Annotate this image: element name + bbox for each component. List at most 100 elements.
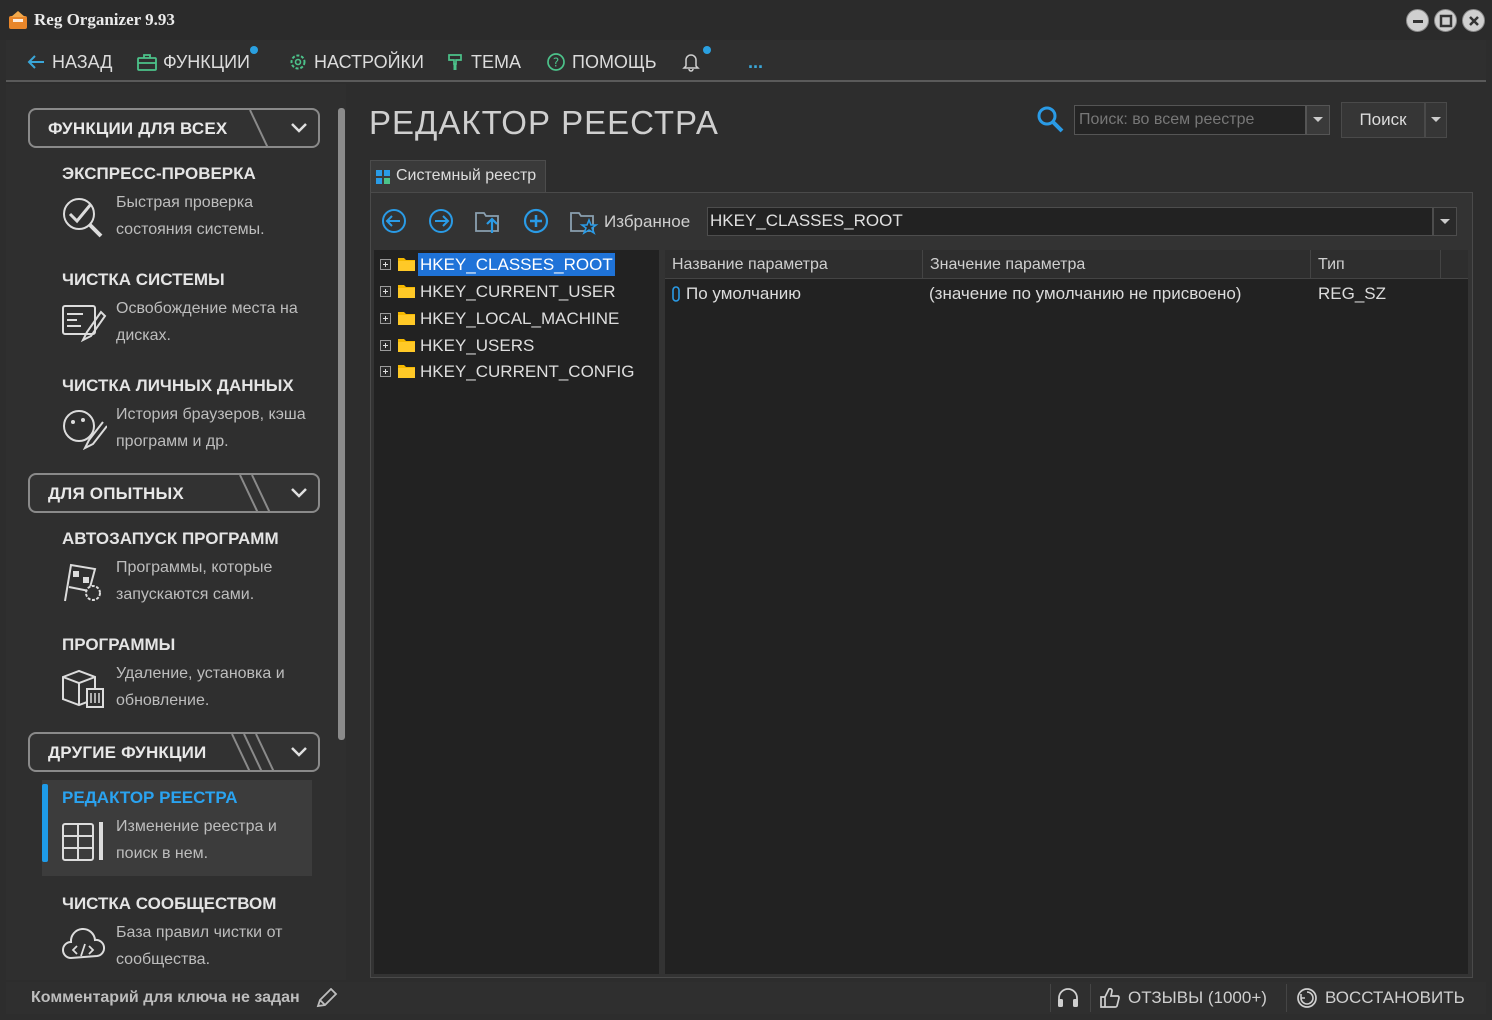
column-header-type[interactable]: Тип <box>1311 250 1441 279</box>
tree-node-label: HKEY_CURRENT_CONFIG <box>420 362 635 381</box>
maximize-icon <box>1439 14 1453 28</box>
folder-icon <box>398 365 415 378</box>
item-title: ЧИСТКА СИСТЕМЫ <box>62 270 225 289</box>
sidebar: ФУНКЦИИ ДЛЯ ВСЕХ ЭКСПРЕСС-ПРОВЕРКА Быстр… <box>6 84 346 980</box>
folder-icon <box>398 285 415 298</box>
pencil-icon[interactable] <box>316 988 338 1008</box>
add-key-button[interactable] <box>522 207 550 240</box>
circle-arrow-right-icon <box>429 209 453 233</box>
item-title: ЧИСТКА СООБЩЕСТВОМ <box>62 894 277 913</box>
key-comment-text: Комментарий для ключа не задан <box>31 989 300 1006</box>
title-bar: Reg Organizer 9.93 <box>0 0 1492 40</box>
sidebar-item-system-cleanup[interactable]: ЧИСТКА СИСТЕМЫ Освобождение места на дис… <box>42 262 312 358</box>
nav-back-button[interactable] <box>380 207 408 240</box>
folder-icon <box>398 339 415 352</box>
item-title: ПРОГРАММЫ <box>62 635 176 654</box>
close-button[interactable] <box>1462 9 1485 32</box>
headset-support-icon[interactable] <box>1056 987 1080 1009</box>
section-label: ДЛЯ ОПЫТНЫХ <box>48 484 184 503</box>
search-options-dropdown[interactable] <box>1425 102 1447 138</box>
separator <box>1286 984 1287 1012</box>
theme-menu[interactable]: ТЕМА <box>445 50 521 74</box>
functions-menu[interactable]: ФУНКЦИИ <box>137 50 250 74</box>
notifications-button[interactable] <box>682 50 700 74</box>
gear-icon <box>290 54 306 70</box>
help-menu[interactable]: ? ПОМОЩЬ <box>546 50 657 74</box>
cloud-code-icon <box>62 928 106 960</box>
disk-broom-icon <box>62 305 107 343</box>
stripes-decoration-icon <box>231 734 275 772</box>
circle-plus-icon <box>523 208 549 234</box>
item-description: Освобождение места на дисках. <box>116 300 298 344</box>
close-icon <box>1469 16 1479 26</box>
column-header-name[interactable]: Название параметра <box>665 250 923 279</box>
favorites-button[interactable] <box>569 207 599 240</box>
section-for-all[interactable]: ФУНКЦИИ ДЛЯ ВСЕХ <box>28 108 320 148</box>
expand-toggle[interactable] <box>380 340 391 351</box>
box-trash-icon <box>62 669 104 708</box>
more-button[interactable]: ... <box>748 50 763 74</box>
tab-label: Системный реестр <box>396 167 537 184</box>
more-label: ... <box>748 51 764 72</box>
search-button[interactable]: Поиск <box>1341 102 1425 138</box>
folder-star-icon <box>570 212 599 235</box>
item-title: ЧИСТКА ЛИЧНЫХ ДАННЫХ <box>62 376 294 395</box>
restore-icon <box>1297 988 1317 1008</box>
menu-bar: НАЗАД ФУНКЦИИ НАСТРОЙКИ ТЕМА ? ПОМОЩЬ ..… <box>6 40 1486 82</box>
registry-cabinet-icon <box>62 822 103 861</box>
item-description: История браузеров, кэша программ и др. <box>116 406 306 450</box>
sidebar-item-privacy-cleanup[interactable]: ЧИСТКА ЛИЧНЫХ ДАННЫХ История браузеров, … <box>42 368 312 464</box>
path-history-dropdown[interactable] <box>1433 207 1457 236</box>
circle-arrow-left-icon <box>382 209 406 233</box>
sidebar-scrollbar[interactable] <box>338 108 345 740</box>
restore-button[interactable]: ВОССТАНОВИТЬ <box>1296 987 1465 1009</box>
section-advanced[interactable]: ДЛЯ ОПЫТНЫХ <box>28 473 320 513</box>
param-type: REG_SZ <box>1318 284 1387 303</box>
go-up-button[interactable] <box>474 207 504 240</box>
maximize-button[interactable] <box>1434 9 1457 32</box>
tree-node-label: HKEY_CURRENT_USER <box>420 282 616 301</box>
chevron-down-icon <box>291 488 307 498</box>
sidebar-item-programs[interactable]: ПРОГРАММЫ Удаление, установка и обновлен… <box>42 627 312 723</box>
sidebar-item-autorun[interactable]: АВТОЗАПУСК ПРОГРАММ Программы, которые з… <box>42 521 312 617</box>
brush-icon <box>448 54 462 70</box>
page-title: РЕДАКТОР РЕЕСТРА <box>369 104 719 141</box>
status-bar: Комментарий для ключа не задан ОТЗЫВЫ (1… <box>6 982 1486 1014</box>
item-title: ЭКСПРЕСС-ПРОВЕРКА <box>62 164 256 183</box>
settings-menu[interactable]: НАСТРОЙКИ <box>288 50 424 74</box>
expand-toggle[interactable] <box>380 286 391 297</box>
settings-label: НАСТРОЙКИ <box>314 51 424 72</box>
sidebar-item-registry-editor[interactable]: РЕДАКТОР РЕЕСТРА Изменение реестра и пои… <box>42 780 312 876</box>
string-value-icon <box>672 286 680 302</box>
caret-down-icon <box>1313 117 1323 122</box>
registry-path-field[interactable]: HKEY_CLASSES_ROOT <box>707 207 1433 236</box>
expand-toggle[interactable] <box>380 259 391 270</box>
expand-toggle[interactable] <box>380 366 391 377</box>
sidebar-item-express-check[interactable]: ЭКСПРЕСС-ПРОВЕРКА Быстрая проверка состо… <box>42 156 312 252</box>
tab-system-registry[interactable]: Системный реестр <box>370 160 546 192</box>
search-icon <box>1037 106 1064 133</box>
folder-icon <box>398 312 415 325</box>
reviews-button[interactable]: ОТЗЫВЫ (1000+) <box>1099 987 1267 1009</box>
column-header-spacer <box>1441 250 1468 279</box>
separator <box>1090 984 1091 1012</box>
chevron-down-icon <box>291 123 307 133</box>
help-icon: ? <box>547 53 565 71</box>
section-label: ФУНКЦИИ ДЛЯ ВСЕХ <box>48 119 228 138</box>
section-label: ДРУГИЕ ФУНКЦИИ <box>48 743 207 762</box>
tree-node-label: HKEY_CLASSES_ROOT <box>418 253 615 276</box>
back-button[interactable]: НАЗАД <box>26 50 112 74</box>
expand-toggle[interactable] <box>380 313 391 324</box>
param-value: (значение по умолчанию не присвоено) <box>929 284 1242 303</box>
column-header-value[interactable]: Значение параметра <box>923 250 1311 279</box>
nav-forward-button[interactable] <box>427 207 455 240</box>
minimize-button[interactable] <box>1406 9 1429 32</box>
privacy-broom-icon <box>63 410 107 450</box>
search-input[interactable] <box>1074 105 1306 135</box>
search-scope-dropdown[interactable] <box>1306 105 1330 135</box>
caret-down-icon <box>1431 117 1441 122</box>
section-other[interactable]: ДРУГИЕ ФУНКЦИИ <box>28 732 320 772</box>
sidebar-item-community-cleanup[interactable]: ЧИСТКА СООБЩЕСТВОМ База правил чистки от… <box>42 886 312 982</box>
svg-text:?: ? <box>553 56 559 70</box>
favorites-label[interactable]: Избранное <box>604 212 690 232</box>
